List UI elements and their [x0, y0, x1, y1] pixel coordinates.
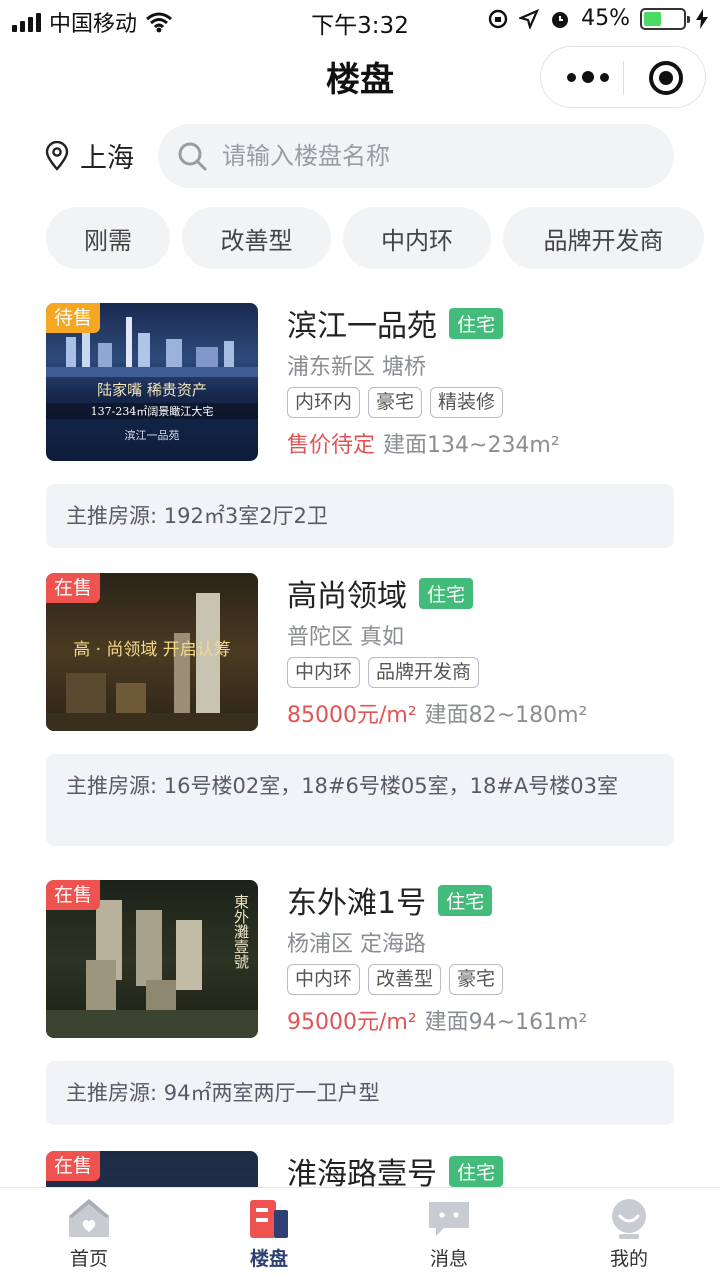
- feature-tag: 内环内: [287, 387, 361, 418]
- sale-status-badge: 在售: [46, 1151, 101, 1181]
- battery-fill: [644, 11, 662, 26]
- capsule-divider: [623, 61, 624, 95]
- filter-chip-rigid-demand[interactable]: 刚需: [46, 207, 170, 269]
- listing-image: 待售 陆家嘴 稀贵资产 137-234㎡阔景瞰江大宅 滨江一品苑: [46, 303, 258, 461]
- name-row: 滨江一品苑 住宅: [287, 303, 687, 344]
- battery-icon: [640, 7, 690, 30]
- city-label: 上海: [80, 143, 134, 174]
- property-type-tag: 住宅: [419, 577, 474, 609]
- listing-area: 建面134~234m²: [383, 433, 560, 458]
- tab-buildings[interactable]: 楼盘: [209, 1196, 329, 1271]
- listing-name: 东外滩1号: [287, 886, 427, 921]
- tab-home[interactable]: 首页: [29, 1196, 149, 1271]
- listing-price: 95000元/m²: [287, 1010, 417, 1035]
- feature-tag: 精装修: [430, 387, 504, 418]
- recommended-unit[interactable]: 主推房源: 192㎡3室2厅2卫: [46, 484, 674, 548]
- listing-area: 建面82~180m²: [424, 703, 588, 728]
- price-row: 85000元/m² 建面82~180m²: [287, 697, 687, 729]
- tab-label: 我的: [609, 1248, 648, 1270]
- image-caption: 滨江一品苑: [124, 429, 180, 442]
- listing-image: 在售 高 · 尚领域 开启认筹: [46, 573, 258, 731]
- property-type-tag: 住宅: [449, 1155, 504, 1187]
- location-pin-icon: [45, 140, 69, 171]
- feature-tag: 改善型: [368, 964, 442, 995]
- tab-label: 楼盘: [249, 1248, 288, 1270]
- feature-tag: 品牌开发商: [368, 657, 480, 688]
- property-type-tag: 住宅: [438, 884, 493, 916]
- feature-tag: 中内环: [287, 964, 361, 995]
- image-caption: 陆家嘴 稀贵资产: [97, 381, 207, 399]
- feature-tag: 豪宅: [449, 964, 504, 995]
- search-icon: [178, 142, 207, 171]
- close-mini-program-button[interactable]: [649, 61, 683, 95]
- battery-percent: 45%: [581, 6, 630, 31]
- listing-district: 浦东新区 塘桥: [287, 355, 426, 380]
- status-right: 45%: [487, 6, 708, 31]
- rotation-lock-icon: [488, 9, 508, 28]
- location-arrow-icon: [519, 8, 540, 29]
- recommended-unit[interactable]: 主推房源: 16号楼02室，18#6号楼05室，18#A号楼03室: [46, 754, 674, 846]
- charging-icon: [696, 8, 708, 29]
- recommended-unit[interactable]: 主推房源: 94㎡两室两厅一卫户型: [46, 1061, 674, 1125]
- property-type-tag: 住宅: [449, 307, 504, 339]
- filter-chip-upgrade[interactable]: 改善型: [182, 207, 331, 269]
- listing-tags: 中内环 改善型 豪宅: [287, 964, 687, 996]
- filter-chip-inner-ring[interactable]: 中内环: [343, 207, 491, 269]
- listing-name: 高尚领域: [287, 579, 407, 614]
- name-row: 淮海路壹号 住宅: [287, 1151, 687, 1192]
- tab-label: 首页: [69, 1248, 108, 1270]
- image-caption: 高 · 尚领域 开启认筹: [73, 640, 231, 660]
- bottom-tab-bar: 首页 楼盘 消息 我的: [0, 1187, 720, 1280]
- listing-price: 85000元/m²: [287, 703, 417, 728]
- sale-status-badge: 待售: [46, 303, 101, 333]
- price-row: 95000元/m² 建面94~161m²: [287, 1004, 687, 1036]
- feature-tag: 豪宅: [368, 387, 423, 418]
- search-bar[interactable]: [158, 124, 674, 188]
- listing-price: 售价待定: [287, 433, 376, 458]
- sale-status-badge: 在售: [46, 573, 101, 603]
- listing-info: 滨江一品苑 住宅 浦东新区 塘桥 内环内 豪宅 精装修 售价待定 建面134~2…: [287, 303, 687, 459]
- image-caption: 東外灘壹號: [232, 894, 250, 969]
- name-row: 高尚领域 住宅: [287, 573, 687, 614]
- chat-icon: [429, 1202, 469, 1236]
- sale-status-badge: 在售: [46, 880, 101, 910]
- tab-label: 消息: [429, 1248, 468, 1270]
- mini-program-capsule: [540, 46, 706, 108]
- listing-name: 滨江一品苑: [287, 309, 437, 344]
- feature-tag: 中内环: [287, 657, 361, 688]
- filter-chip-brand-developer[interactable]: 品牌开发商: [503, 207, 704, 269]
- tab-messages[interactable]: 消息: [389, 1196, 509, 1271]
- alarm-icon: [552, 11, 569, 28]
- status-bar: 中国移动 下午3:32 45%: [0, 0, 720, 40]
- building-icon: [250, 1200, 288, 1238]
- listing-tags: 内环内 豪宅 精装修: [287, 387, 687, 419]
- listing-info: 东外滩1号 住宅 杨浦区 定海路 中内环 改善型 豪宅 95000元/m² 建面…: [287, 880, 687, 1036]
- image-caption: 137-234㎡阔景瞰江大宅: [46, 403, 258, 419]
- listing-district: 普陀区 真如: [287, 625, 404, 650]
- name-row: 东外滩1号 住宅: [287, 880, 687, 921]
- city-selector[interactable]: 上海: [44, 136, 134, 175]
- listing-district: 杨浦区 定海路: [287, 932, 426, 957]
- price-row: 售价待定 建面134~234m²: [287, 427, 687, 459]
- listing-tags: 中内环 品牌开发商: [287, 657, 687, 689]
- listing-info: 淮海路壹号 住宅: [287, 1151, 687, 1192]
- profile-icon: [612, 1199, 646, 1239]
- more-menu-button[interactable]: [567, 67, 609, 87]
- tab-profile[interactable]: 我的: [569, 1196, 689, 1271]
- listing-info: 高尚领域 住宅 普陀区 真如 中内环 品牌开发商 85000元/m² 建面82~…: [287, 573, 687, 729]
- home-icon: [69, 1199, 109, 1237]
- listing-area: 建面94~161m²: [424, 1010, 588, 1035]
- search-input[interactable]: [222, 142, 662, 170]
- listing-image: 在售 東外灘壹號: [46, 880, 258, 1038]
